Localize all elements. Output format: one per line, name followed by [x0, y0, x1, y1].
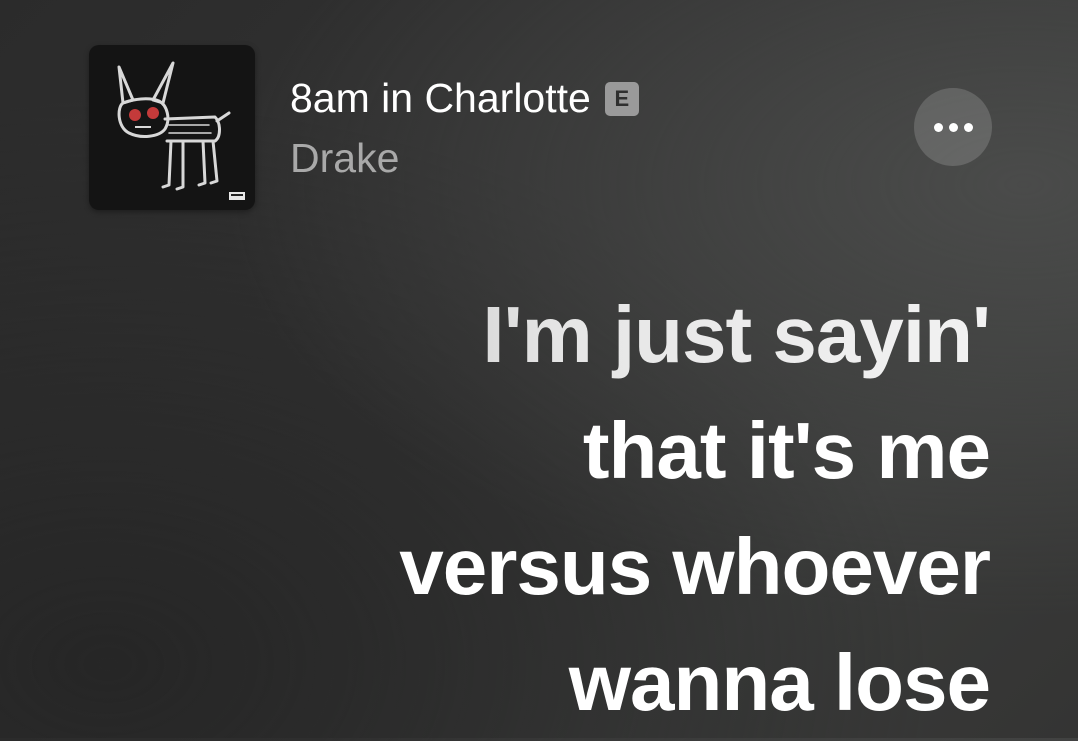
lyric-line[interactable]: that it's me	[230, 393, 991, 509]
ellipsis-icon-dot	[963, 122, 973, 132]
song-title-row: 8am in Charlotte E	[290, 73, 639, 123]
ellipsis-icon-dot	[948, 122, 958, 132]
lyric-line[interactable]: I'm just sayin'	[230, 277, 991, 393]
more-options-button[interactable]	[914, 88, 992, 166]
song-title[interactable]: 8am in Charlotte	[290, 75, 591, 122]
explicit-badge: E	[604, 82, 639, 116]
artist-name[interactable]: Drake	[290, 135, 399, 182]
album-artwork-dog-drawing-icon	[117, 61, 245, 200]
ellipsis-icon-dot	[933, 122, 943, 132]
lyrics-block: I'm just sayin' that it's me versus whoe…	[230, 277, 991, 741]
lyric-line[interactable]: wanna lose	[230, 625, 991, 741]
lyric-line[interactable]: versus whoever	[230, 509, 991, 625]
album-artwork[interactable]	[89, 45, 255, 210]
